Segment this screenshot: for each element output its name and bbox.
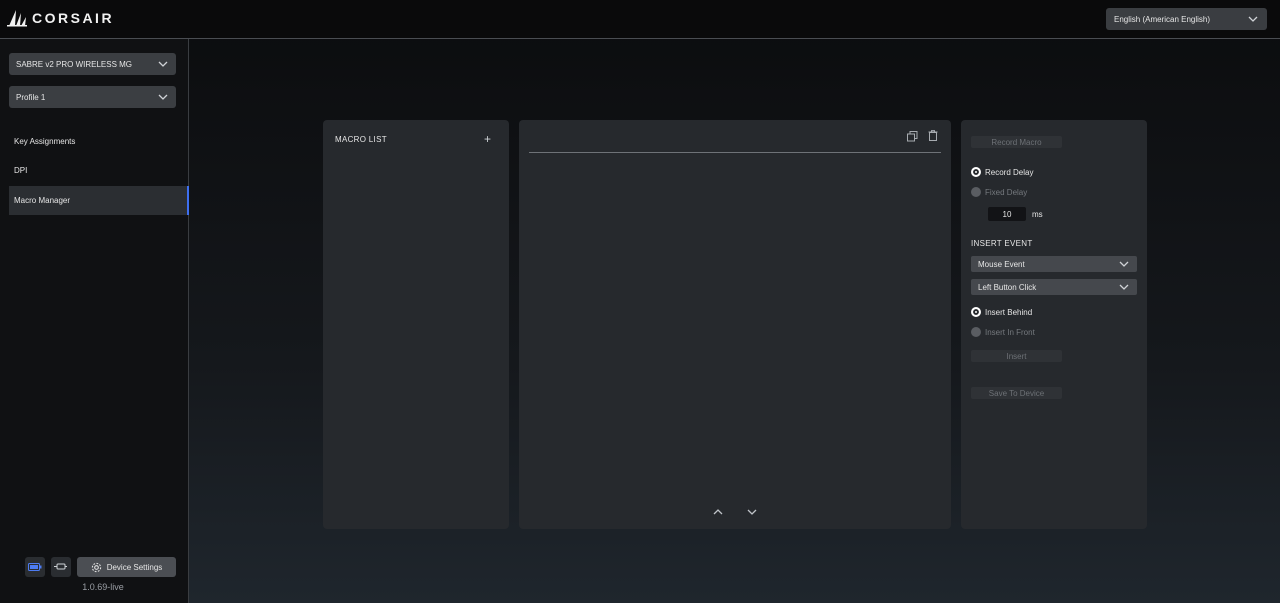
sidebar-item-key-assignments[interactable]: Key Assignments (9, 127, 189, 156)
event-action-value: Left Button Click (978, 282, 1037, 292)
radio-unchecked (971, 187, 981, 197)
add-macro-button[interactable]: + (484, 132, 492, 146)
move-down-button[interactable] (744, 505, 760, 519)
move-up-button[interactable] (710, 505, 726, 519)
save-to-device-button[interactable]: Save To Device (971, 387, 1062, 399)
event-action-select[interactable]: Left Button Click (971, 279, 1137, 295)
record-delay-label: Record Delay (985, 167, 1034, 177)
delay-unit: ms (1032, 210, 1043, 219)
record-macro-button[interactable]: Record Macro (971, 136, 1062, 148)
fixed-delay-option[interactable]: Fixed Delay (971, 187, 1027, 197)
chevron-down-icon (1118, 258, 1130, 270)
corsair-logo: CORSAIR (7, 9, 114, 27)
record-delay-option[interactable]: Record Delay (971, 167, 1033, 177)
chevron-up-icon (713, 509, 723, 515)
device-settings-button[interactable]: Device Settings (77, 557, 176, 577)
chevron-down-icon (1247, 13, 1259, 25)
logo-text: CORSAIR (32, 10, 115, 26)
chevron-down-icon (1118, 281, 1130, 293)
battery-status-button[interactable] (25, 557, 45, 577)
device-select[interactable]: SABRE v2 PRO WIRELESS MG (9, 53, 176, 75)
trash-icon (928, 129, 938, 141)
connection-button[interactable] (51, 557, 71, 577)
top-bar: CORSAIR English (American English) (0, 0, 1280, 39)
insert-button[interactable]: Insert (971, 350, 1062, 362)
macro-controls-panel: Record Macro Record Delay Fixed Delay 10… (961, 120, 1147, 529)
macro-list-panel: MACRO LIST + (323, 120, 509, 529)
macro-editor-panel (519, 120, 951, 529)
event-type-value: Mouse Event (978, 259, 1025, 269)
profile-select[interactable]: Profile 1 (9, 86, 176, 108)
delay-input[interactable]: 10 (988, 207, 1026, 221)
radio-checked (971, 167, 981, 177)
insert-in-front-option[interactable]: Insert In Front (971, 327, 1035, 337)
sidebar: SABRE v2 PRO WIRELESS MG Profile 1 Key A… (0, 39, 189, 603)
fixed-delay-label: Fixed Delay (985, 187, 1028, 197)
event-type-select[interactable]: Mouse Event (971, 256, 1137, 272)
duplicate-button[interactable] (906, 130, 918, 142)
chevron-down-icon (157, 91, 169, 103)
sails-icon (7, 10, 27, 27)
insert-in-front-label: Insert In Front (985, 327, 1035, 337)
app-version: 1.0.69-live (82, 582, 124, 592)
radio-checked (971, 307, 981, 317)
language-select[interactable]: English (American English) (1106, 8, 1267, 30)
battery-icon (28, 563, 42, 571)
insert-event-title: INSERT EVENT (971, 239, 1033, 248)
device-name: SABRE v2 PRO WIRELESS MG (16, 59, 133, 69)
device-settings-label: Device Settings (106, 562, 163, 572)
delete-button[interactable] (927, 129, 939, 141)
language-value: English (American English) (1114, 14, 1211, 24)
macro-list-title: MACRO LIST (335, 135, 387, 144)
gear-icon (91, 562, 101, 572)
chevron-down-icon (747, 509, 757, 515)
insert-behind-option[interactable]: Insert Behind (971, 307, 1032, 317)
insert-behind-label: Insert Behind (985, 307, 1033, 317)
sidebar-item-label: Key Assignments (14, 137, 76, 146)
radio-unchecked (971, 327, 981, 337)
copy-icon (906, 130, 917, 141)
wireless-dongle-icon (54, 563, 67, 570)
sidebar-item-label: Macro Manager (14, 196, 71, 205)
sidebar-item-macro-manager[interactable]: Macro Manager (9, 186, 189, 215)
sidebar-item-dpi[interactable]: DPI (9, 156, 189, 185)
chevron-down-icon (157, 58, 169, 70)
profile-name: Profile 1 (16, 92, 46, 102)
sidebar-item-label: DPI (14, 166, 28, 175)
plus-icon: + (484, 132, 492, 146)
editor-divider (529, 152, 941, 153)
